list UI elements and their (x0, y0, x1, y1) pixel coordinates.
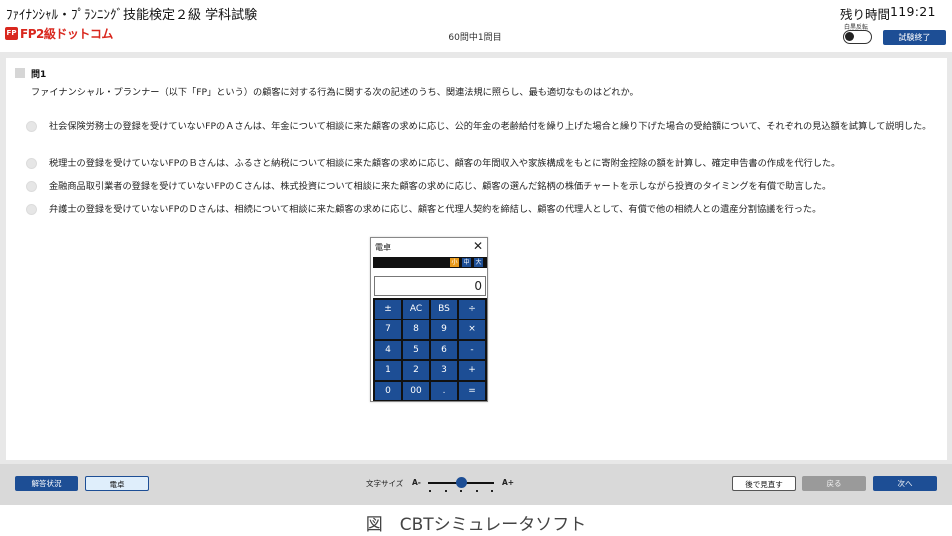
question-text: ファイナンシャル・プランナー（以下「FP」という）の顧客に対する行為に関する次の… (31, 87, 639, 98)
multiply-key[interactable]: × (459, 320, 485, 339)
header: ﾌｧｲﾅﾝｼｬﾙ・ﾌﾟﾗﾝﾆﾝｸﾞ技能検定２級 学科試験 FP FP2級ドットコ… (0, 0, 952, 50)
digit-0-key[interactable]: 0 (375, 381, 401, 401)
digit-3-key[interactable]: 3 (431, 361, 457, 380)
font-size-slider-thumb[interactable] (455, 477, 467, 488)
choice-text: 税理士の登録を受けていないFPのＢさんは、ふるさと納税について相談に来た顧客の求… (49, 158, 841, 169)
close-icon[interactable]: ✕ (473, 239, 483, 253)
font-size-increase[interactable]: A+ (502, 478, 514, 487)
double-zero-key[interactable]: 00 (403, 381, 429, 401)
backspace-key[interactable]: BS (431, 300, 457, 319)
plus-key[interactable]: + (459, 361, 485, 380)
cbt-app: ﾌｧｲﾅﾝｼｬﾙ・ﾌﾟﾗﾝﾆﾝｸﾞ技能検定２級 学科試験 FP FP2級ドットコ… (0, 0, 952, 505)
choice-radio[interactable] (26, 204, 37, 215)
figure-caption: 図 CBTシミュレータソフト (365, 515, 587, 535)
choice-text: 社会保険労務士の登録を受けていないFPのＡさんは、年金について相談に来た顧客の求… (49, 121, 932, 132)
digit-4-key[interactable]: 4 (375, 340, 401, 360)
choice-radio[interactable] (26, 158, 37, 169)
time-remaining-label: 残り時間 (840, 7, 891, 22)
size-medium-button[interactable]: 中 (462, 258, 471, 267)
exam-title: ﾌｧｲﾅﾝｼｬﾙ・ﾌﾟﾗﾝﾆﾝｸﾞ技能検定２級 学科試験 (6, 8, 258, 23)
time-remaining-value: 119:21 (890, 4, 936, 19)
size-small-button[interactable]: 小 (450, 258, 459, 267)
choice-text: 弁護士の登録を受けていないFPのＤさんは、相続について相談に来た顧客の求めに応じ… (49, 204, 822, 215)
digit-9-key[interactable]: 9 (431, 320, 457, 339)
end-exam-button[interactable]: 試験終了 (883, 30, 946, 45)
digit-6-key[interactable]: 6 (431, 340, 457, 360)
slider-tick (460, 490, 462, 492)
invert-colors-toggle[interactable] (843, 30, 872, 44)
plus-minus-key[interactable]: ± (375, 300, 401, 319)
choice-text: 金融商品取引業者の登録を受けていないFPのＣさんは、株式投資について相談に来た顧… (49, 181, 832, 192)
slider-tick (445, 490, 447, 492)
calculator-size-bar: 小 中 大 (373, 257, 487, 268)
slider-tick (491, 490, 493, 492)
calculator-window[interactable]: 電卓 ✕ 小 中 大 0 ± AC BS ÷ 7 8 9 × 4 5 6-1 2 3 +0 00. = (370, 237, 488, 402)
slider-tick (476, 490, 478, 492)
calculator-title: 電卓 (375, 243, 391, 252)
answer-status-button[interactable]: 解答状況 (15, 476, 78, 491)
digit-7-key[interactable]: 7 (375, 320, 401, 339)
calculator-display: 0 (374, 276, 486, 296)
slider-tick (429, 490, 431, 492)
logo-mark: FP (5, 27, 18, 40)
choice-radio[interactable] (26, 181, 37, 192)
equals-key[interactable]: = (459, 381, 485, 401)
logo-text: FP2級ドットコム (20, 27, 113, 41)
digit-2-key[interactable]: 2 (403, 361, 429, 380)
choice-radio[interactable] (26, 121, 37, 132)
font-size-label: 文字サイズ (366, 479, 404, 488)
size-large-button[interactable]: 大 (474, 258, 483, 267)
toggle-knob (845, 32, 854, 41)
calculator-keypad: ± AC BS ÷ 7 8 9 × 4 5 6- 1 2 3 +0 00. = (373, 298, 487, 401)
calculator-button[interactable]: 電卓 (85, 476, 149, 491)
question-progress: 60問中1問目 (448, 33, 502, 43)
minus-key[interactable]: - (459, 340, 485, 360)
font-size-decrease[interactable]: A- (412, 478, 421, 487)
digit-1-key[interactable]: 1 (375, 361, 401, 380)
next-button[interactable]: 次へ (873, 476, 937, 491)
review-later-button[interactable]: 後で見直す (732, 476, 796, 491)
decimal-key[interactable]: . (431, 381, 457, 401)
digit-5-key[interactable]: 5 (403, 340, 429, 360)
logo: FP FP2級ドットコム (5, 26, 113, 41)
back-button[interactable]: 戻る (802, 476, 866, 491)
digit-8-key[interactable]: 8 (403, 320, 429, 339)
question-flag-checkbox[interactable] (15, 68, 25, 78)
divide-key[interactable]: ÷ (459, 300, 485, 319)
all-clear-key[interactable]: AC (403, 300, 429, 319)
question-number: 問1 (31, 70, 47, 80)
